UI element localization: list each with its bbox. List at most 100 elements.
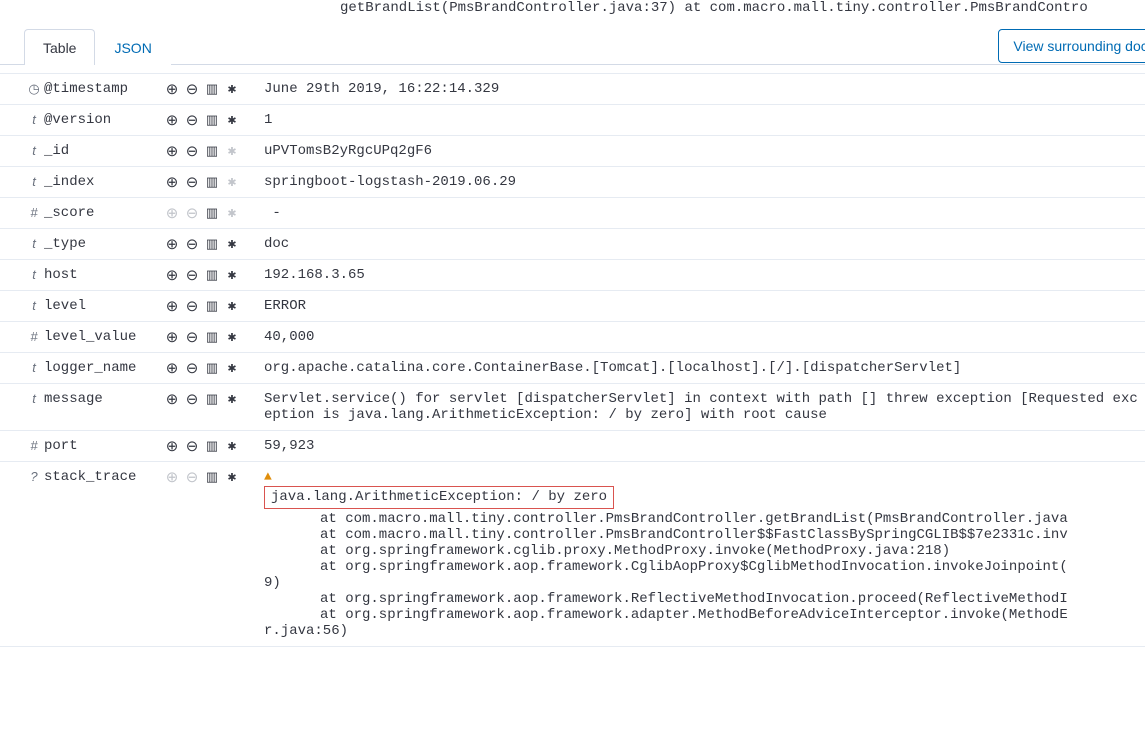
stack-line: at org.springframework.aop.framework.ada… [264,607,1145,623]
exists-filter-icon[interactable] [224,143,240,159]
field-type: t [24,174,44,189]
filter-out-icon[interactable] [184,174,200,190]
filter-out-icon[interactable] [184,236,200,252]
field-value: 192.168.3.65 [256,267,1145,283]
filter-out-icon[interactable] [184,469,200,485]
filter-for-icon[interactable] [164,236,180,252]
stack-line: at org.springframework.aop.framework.Cgl… [264,559,1145,575]
stack-line: at com.macro.mall.tiny.controller.PmsBra… [264,527,1145,543]
filter-for-icon[interactable] [164,267,180,283]
filter-out-icon[interactable] [184,360,200,376]
filter-out-icon[interactable] [184,205,200,221]
table-row: #level_value40,000 [0,322,1145,353]
table-row: tmessageServlet.service() for servlet [d… [0,384,1145,431]
tab-table[interactable]: Table [24,29,95,65]
field-type: t [24,112,44,127]
exists-filter-icon[interactable] [224,205,240,221]
table-row: #_score - [0,198,1145,229]
field-value: java.lang.ArithmeticException: / by zero… [256,469,1145,639]
filter-for-icon[interactable] [164,205,180,221]
toggle-column-icon[interactable] [204,298,220,314]
field-name: stack_trace [44,469,164,485]
field-name: port [44,438,164,454]
filter-out-icon[interactable] [184,391,200,407]
exists-filter-icon[interactable] [224,360,240,376]
table-row: tlogger_nameorg.apache.catalina.core.Con… [0,353,1145,384]
filter-out-icon[interactable] [184,143,200,159]
filter-out-icon[interactable] [184,438,200,454]
view-surrounding-button[interactable]: View surrounding docume [998,29,1145,63]
field-value: 59,923 [256,438,1145,454]
field-type: t [24,236,44,251]
field-type: ? [24,469,44,484]
stack-line: at org.springframework.cglib.proxy.Metho… [264,543,1145,559]
exists-filter-icon[interactable] [224,329,240,345]
exists-filter-icon[interactable] [224,112,240,128]
table-row: t_iduPVTomsB2yRgcUPq2gF6 [0,136,1145,167]
exists-filter-icon[interactable] [224,236,240,252]
exists-filter-icon[interactable] [224,438,240,454]
tab-json[interactable]: JSON [95,29,170,65]
field-name: logger_name [44,360,164,376]
field-value: uPVTomsB2yRgcUPq2gF6 [256,143,1145,159]
field-name: host [44,267,164,283]
field-rows: @timestampJune 29th 2019, 16:22:14.329t@… [0,73,1145,647]
toggle-column-icon[interactable] [204,205,220,221]
table-row: @timestamp June 29th 2019, 16:22:14.329 [0,73,1145,105]
filter-for-icon[interactable] [164,174,180,190]
filter-for-icon[interactable] [164,391,180,407]
filter-for-icon[interactable] [164,81,180,97]
field-type: t [24,298,44,313]
exists-filter-icon[interactable] [224,267,240,283]
filter-for-icon[interactable] [164,298,180,314]
filter-out-icon[interactable] [184,298,200,314]
field-value: June 29th 2019, 16:22:14.329 [256,81,1145,97]
field-value: springboot-logstash-2019.06.29 [256,174,1145,190]
field-value: - [256,205,1145,221]
filter-out-icon[interactable] [184,267,200,283]
field-type-date-icon [24,81,44,97]
field-name: @version [44,112,164,128]
toggle-column-icon[interactable] [204,329,220,345]
toggle-column-icon[interactable] [204,236,220,252]
toggle-column-icon[interactable] [204,391,220,407]
field-name: @timestamp [44,81,164,97]
stack-line: r.java:56) [264,623,1145,639]
exists-filter-icon[interactable] [224,391,240,407]
toggle-column-icon[interactable] [204,469,220,485]
filter-for-icon[interactable] [164,112,180,128]
field-name: level [44,298,164,314]
top-truncated-text: getBrandList(PmsBrandController.java:37)… [0,0,1145,28]
exists-filter-icon[interactable] [224,469,240,485]
toggle-column-icon[interactable] [204,112,220,128]
toggle-column-icon[interactable] [204,360,220,376]
field-actions [164,236,256,252]
field-actions [164,298,256,314]
filter-out-icon[interactable] [184,81,200,97]
filter-for-icon[interactable] [164,329,180,345]
toggle-column-icon[interactable] [204,438,220,454]
filter-for-icon[interactable] [164,143,180,159]
toggle-column-icon[interactable] [204,143,220,159]
exists-filter-icon[interactable] [224,81,240,97]
field-actions [164,267,256,283]
toggle-column-icon[interactable] [204,81,220,97]
field-value: 1 [256,112,1145,128]
filter-for-icon[interactable] [164,360,180,376]
exists-filter-icon[interactable] [224,174,240,190]
field-actions [164,143,256,159]
field-type: t [24,391,44,406]
filter-for-icon[interactable] [164,438,180,454]
field-name: level_value [44,329,164,345]
warning-icon [264,469,272,484]
filter-out-icon[interactable] [184,329,200,345]
field-actions [164,81,256,97]
field-actions [164,438,256,454]
toggle-column-icon[interactable] [204,174,220,190]
field-actions [164,360,256,376]
filter-out-icon[interactable] [184,112,200,128]
exists-filter-icon[interactable] [224,298,240,314]
toggle-column-icon[interactable] [204,267,220,283]
filter-for-icon[interactable] [164,469,180,485]
field-name: _score [44,205,164,221]
